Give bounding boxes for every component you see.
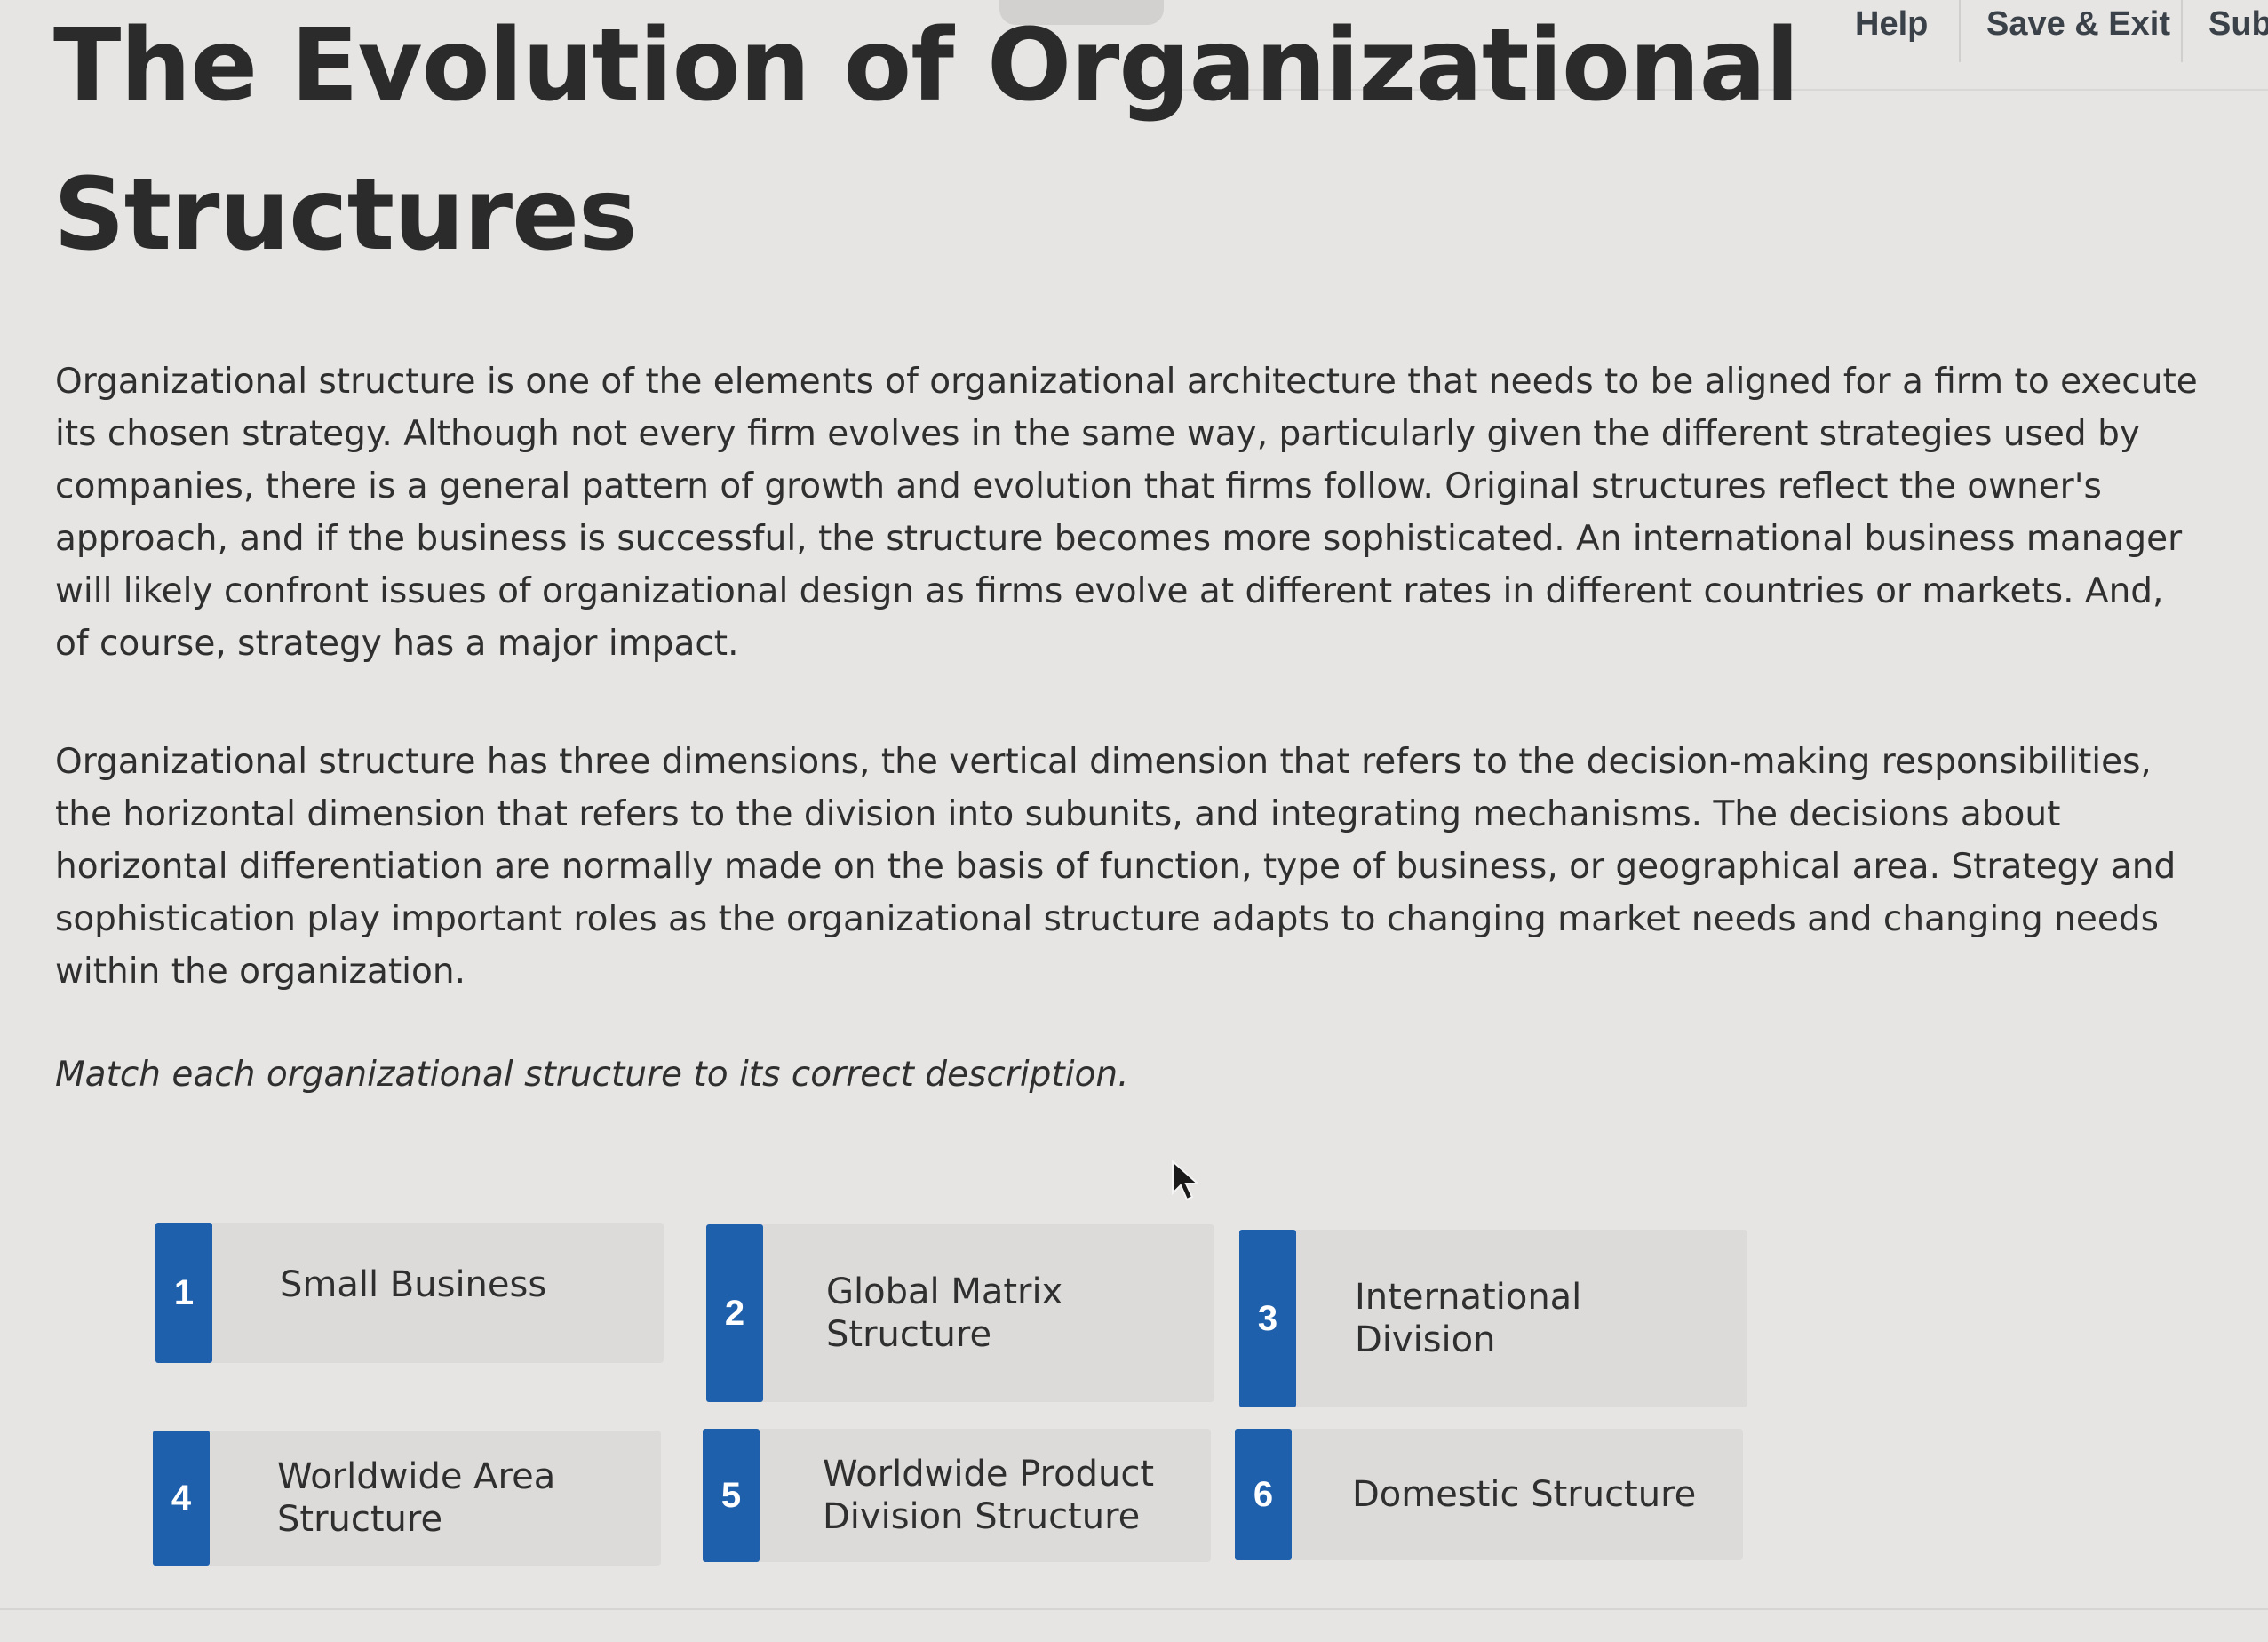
save-exit-link[interactable]: Save & Exit: [1986, 5, 2170, 44]
item-number-badge: 2: [706, 1224, 763, 1402]
mouse-cursor-icon: [1172, 1160, 1200, 1201]
match-item-global-matrix-structure[interactable]: 2 Global Matrix Structure: [706, 1224, 1214, 1402]
match-item-worldwide-product-division-structure[interactable]: 5 Worldwide Product Division Structure: [703, 1429, 1211, 1562]
item-label: Small Business: [280, 1264, 547, 1305]
submit-link[interactable]: Sub: [2208, 5, 2268, 44]
item-label: Worldwide Product Division Structure: [823, 1454, 1155, 1537]
item-number-badge: 6: [1235, 1429, 1292, 1560]
match-item-worldwide-area-structure[interactable]: 4 Worldwide Area Structure: [153, 1431, 661, 1566]
instruction-text: Match each organizational structure to i…: [55, 1055, 1129, 1095]
item-label: Global Matrix Structure: [826, 1271, 1063, 1355]
intro-paragraph-2: Organizational structure has three dimen…: [55, 742, 2176, 992]
item-number-badge: 4: [153, 1431, 210, 1566]
divider: [1959, 0, 1961, 62]
match-item-international-division[interactable]: 3 International Division: [1239, 1230, 1747, 1407]
intro-paragraph-1: Organizational structure is one of the e…: [55, 362, 2198, 664]
item-number-badge: 1: [155, 1223, 212, 1363]
page-title: The Evolution of Organizational Structur…: [53, 8, 1800, 273]
bottom-divider: [0, 1608, 2268, 1610]
item-label: Worldwide Area Structure: [277, 1456, 556, 1540]
match-item-domestic-structure[interactable]: 6 Domestic Structure: [1235, 1429, 1743, 1560]
item-label: International Division: [1355, 1277, 1582, 1360]
item-number-badge: 3: [1239, 1230, 1296, 1407]
match-item-small-business[interactable]: 1 Small Business: [155, 1223, 664, 1363]
divider: [2181, 0, 2183, 62]
item-label: Domestic Structure: [1352, 1474, 1697, 1515]
help-link[interactable]: Help: [1855, 5, 1928, 44]
item-number-badge: 5: [703, 1429, 760, 1562]
